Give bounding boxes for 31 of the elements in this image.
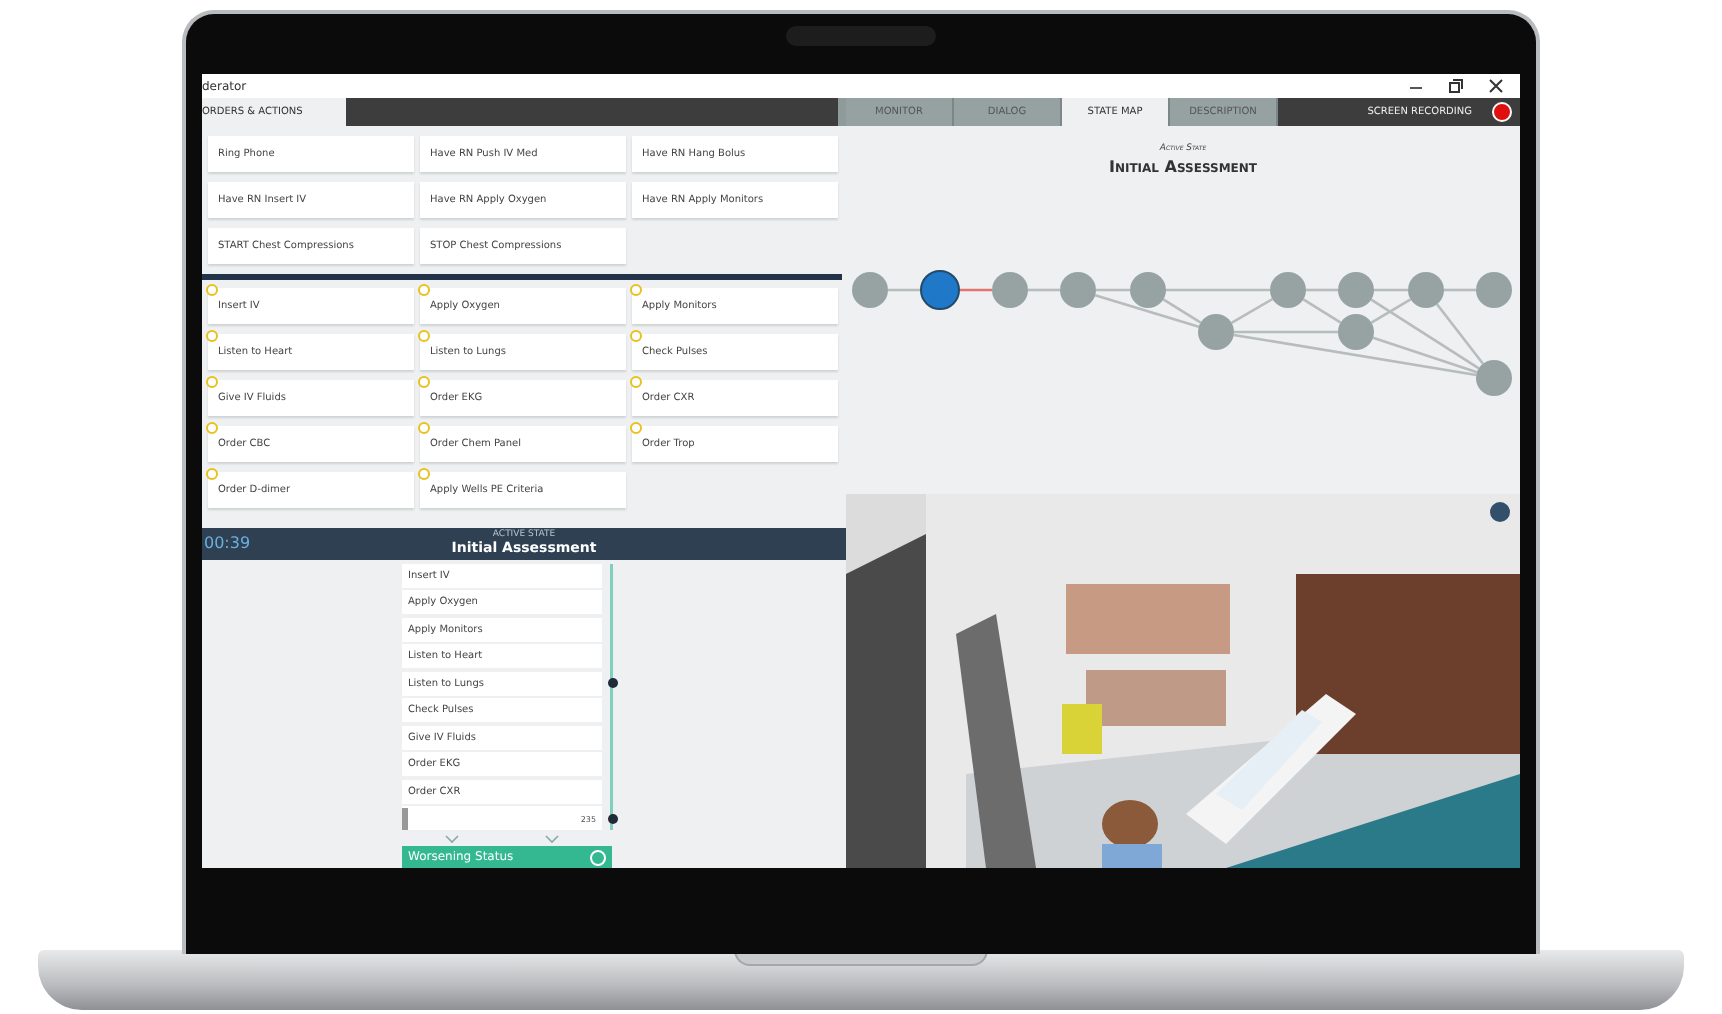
close-icon[interactable] xyxy=(1488,78,1504,94)
connector-line xyxy=(1444,288,1476,292)
marker-icon xyxy=(607,678,617,688)
state-node[interactable] xyxy=(1060,272,1096,308)
state-node[interactable] xyxy=(1338,314,1374,350)
connector-line xyxy=(1028,288,1060,292)
state-node[interactable] xyxy=(1198,314,1234,350)
state-title: Initial Assessment xyxy=(1108,156,1258,176)
state-node[interactable] xyxy=(920,270,960,310)
connector-line xyxy=(1230,297,1274,325)
chevron-down-icon[interactable] xyxy=(544,833,560,843)
connector-line xyxy=(1306,288,1338,292)
marker-icon xyxy=(607,813,617,823)
state-node[interactable] xyxy=(1476,360,1512,396)
connector-line xyxy=(888,288,922,292)
state-node[interactable] xyxy=(1270,272,1306,308)
circle-icon xyxy=(590,849,606,865)
timer: 00:39 xyxy=(202,534,251,552)
restore-icon[interactable] xyxy=(1448,78,1464,94)
connector-line xyxy=(958,288,992,292)
state-node[interactable] xyxy=(1130,272,1166,308)
state-node[interactable] xyxy=(992,272,1028,308)
state-node[interactable] xyxy=(1338,272,1374,308)
state-node[interactable] xyxy=(1476,272,1512,308)
record-button[interactable] xyxy=(1492,102,1512,122)
state-node[interactable] xyxy=(852,272,888,308)
chevron-down-icon[interactable] xyxy=(444,833,460,843)
handle-icon[interactable] xyxy=(402,807,408,829)
state-node[interactable] xyxy=(1408,272,1444,308)
connector-line xyxy=(1374,288,1408,292)
connector-line xyxy=(1302,298,1342,324)
